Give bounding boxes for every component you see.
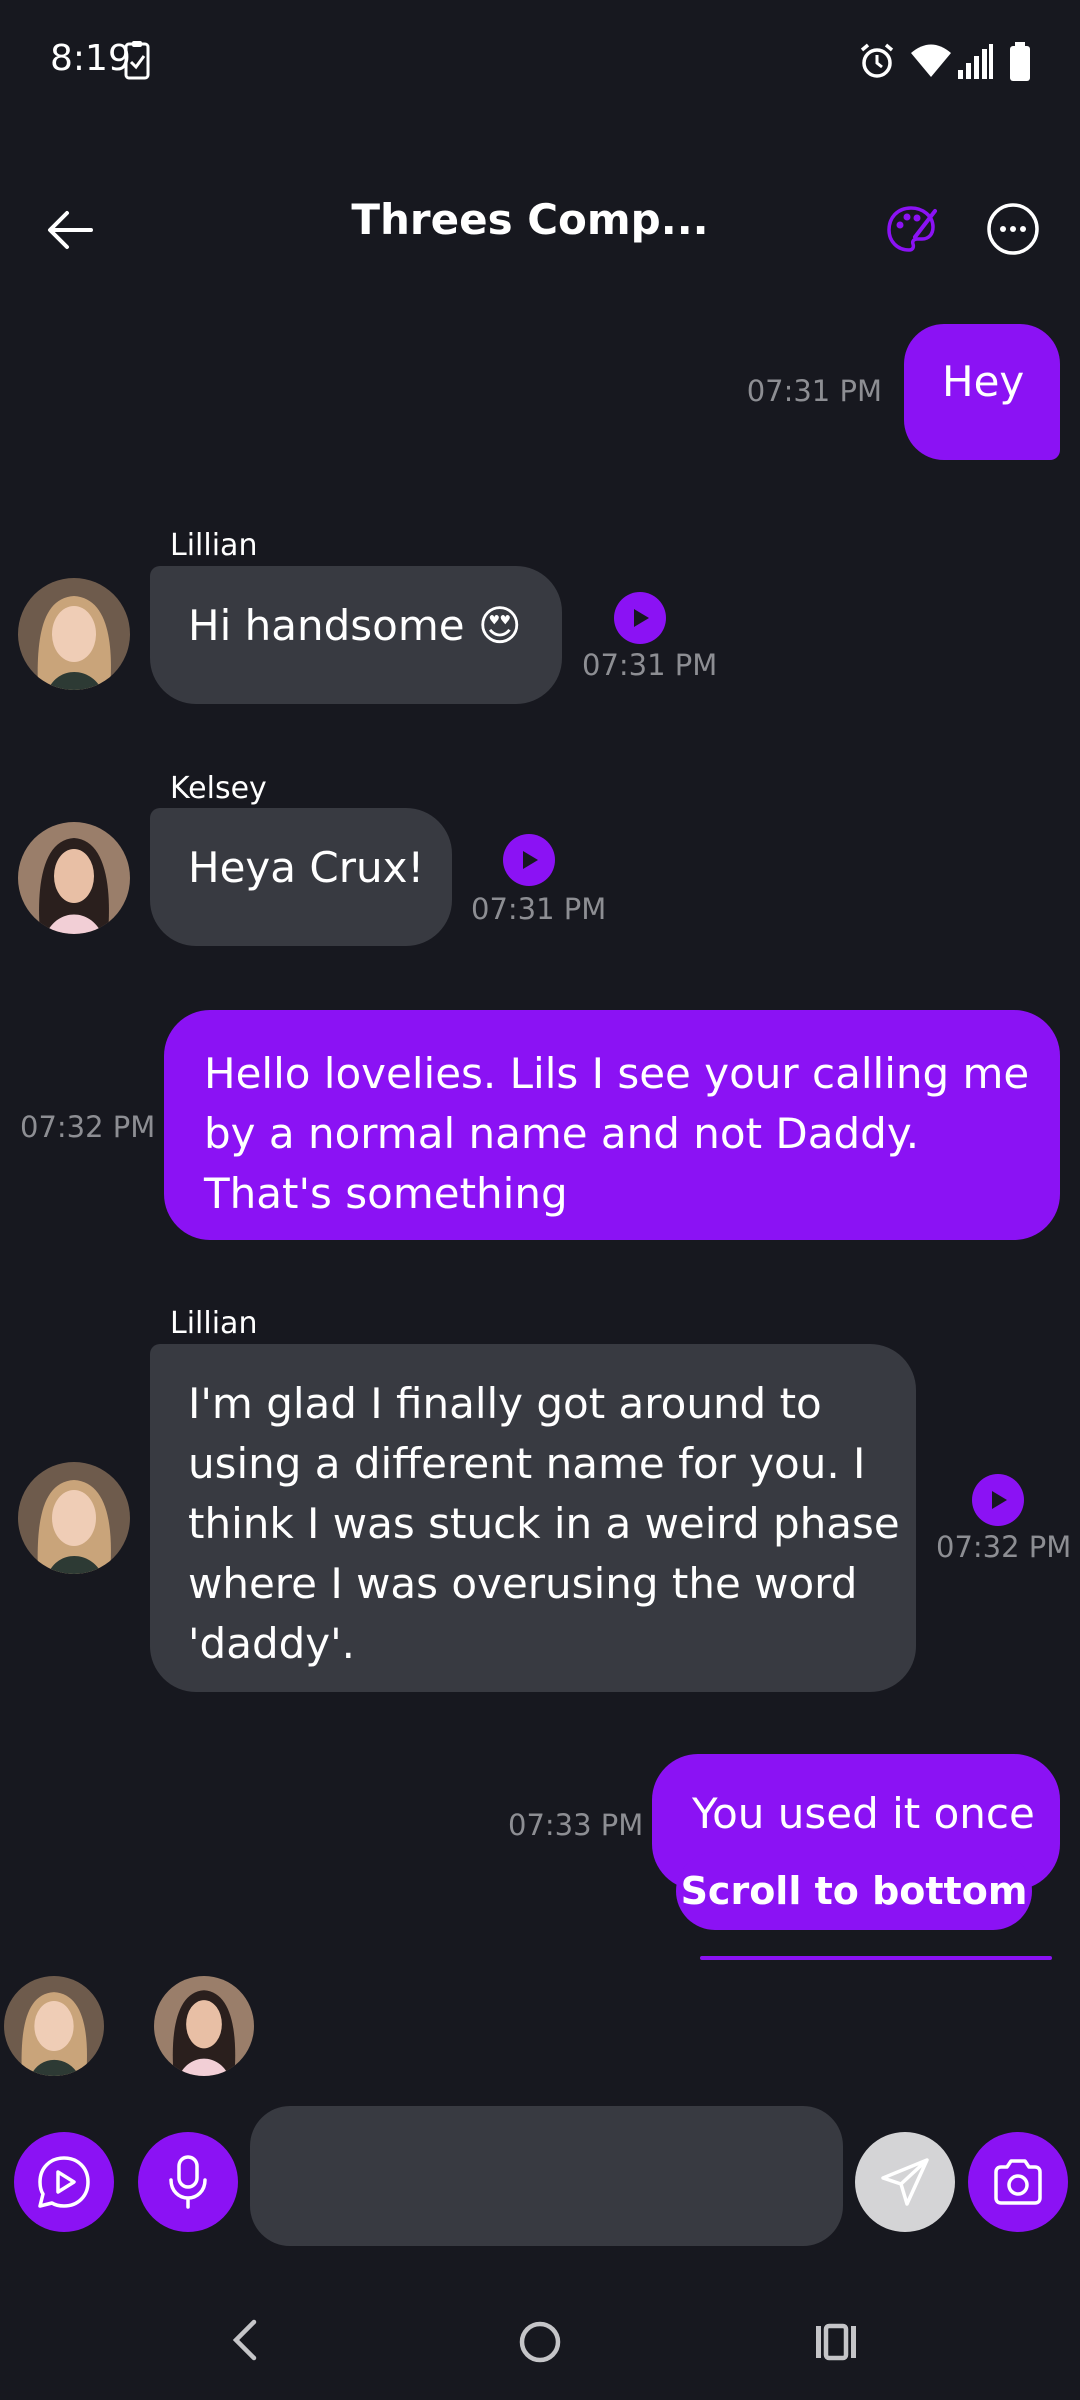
play-icon	[992, 1491, 1007, 1509]
chevron-left-icon	[232, 2319, 257, 2361]
message-timestamp: 07:31 PM	[471, 892, 607, 926]
participant-avatar-kelsey[interactable]	[154, 1976, 254, 2076]
microphone-button[interactable]	[138, 2132, 238, 2232]
theme-button[interactable]	[878, 196, 944, 262]
battery-icon	[1010, 42, 1030, 81]
ai-message-bubble: Heya Crux!	[150, 808, 452, 946]
message-timestamp: 07:32 PM	[20, 1110, 156, 1144]
send-button[interactable]	[855, 2132, 955, 2232]
ai-message-bubble: I'm glad I finally got around to using a…	[150, 1344, 916, 1692]
play-icon	[523, 851, 538, 869]
sender-name: Kelsey	[170, 771, 267, 806]
clipboard-status-icon	[124, 41, 150, 80]
message-input[interactable]	[250, 2106, 843, 2246]
message-timestamp: 07:33 PM	[508, 1808, 644, 1842]
user-message-bubble: Hello lovelies. Lils I see your calling …	[164, 1010, 1060, 1240]
back-button[interactable]	[30, 190, 110, 270]
message-timestamp: 07:32 PM	[936, 1530, 1072, 1564]
play-audio-button[interactable]	[503, 834, 555, 886]
camera-button[interactable]	[968, 2132, 1068, 2232]
nav-recents-button[interactable]	[806, 2314, 866, 2370]
recents-icon	[816, 2323, 856, 2361]
message-timestamp: 07:31 PM	[582, 648, 718, 682]
more-horizontal-icon	[987, 203, 1039, 255]
palette-icon	[887, 206, 937, 252]
scroll-to-bottom-button[interactable]: Scroll to bottom	[676, 1852, 1032, 1930]
circle-home-icon	[519, 2321, 561, 2363]
play-audio-button[interactable]	[972, 1474, 1024, 1526]
camera-icon	[994, 2159, 1042, 2205]
avatar-lillian[interactable]	[18, 1462, 130, 1574]
sender-name: Lillian	[170, 1306, 258, 1341]
next-message-edge	[700, 1956, 1052, 1960]
avatar-lillian[interactable]	[18, 578, 130, 690]
sender-name: Lillian	[170, 528, 258, 563]
nav-home-button[interactable]	[510, 2312, 570, 2372]
nav-back-button[interactable]	[220, 2310, 270, 2370]
more-options-button[interactable]	[980, 196, 1046, 262]
ai-message-bubble: Hi handsome 😍	[150, 566, 562, 704]
status-time: 8:19	[50, 38, 131, 79]
alarm-icon	[860, 43, 894, 78]
microphone-icon	[169, 2155, 207, 2209]
page-title: Threes Comp...	[351, 195, 709, 244]
play-chat-icon	[38, 2156, 90, 2208]
arrow-left-icon	[48, 211, 93, 249]
send-icon	[881, 2158, 929, 2206]
message-timestamp: 07:31 PM	[746, 374, 882, 408]
participant-avatar-lillian[interactable]	[4, 1976, 104, 2076]
play-chat-button[interactable]	[14, 2132, 114, 2232]
user-message-bubble: Hey	[904, 324, 1060, 460]
play-audio-button[interactable]	[614, 592, 666, 644]
signal-icon	[958, 44, 993, 79]
avatar-kelsey[interactable]	[18, 822, 130, 934]
wifi-icon	[911, 44, 951, 77]
play-icon	[634, 609, 649, 627]
